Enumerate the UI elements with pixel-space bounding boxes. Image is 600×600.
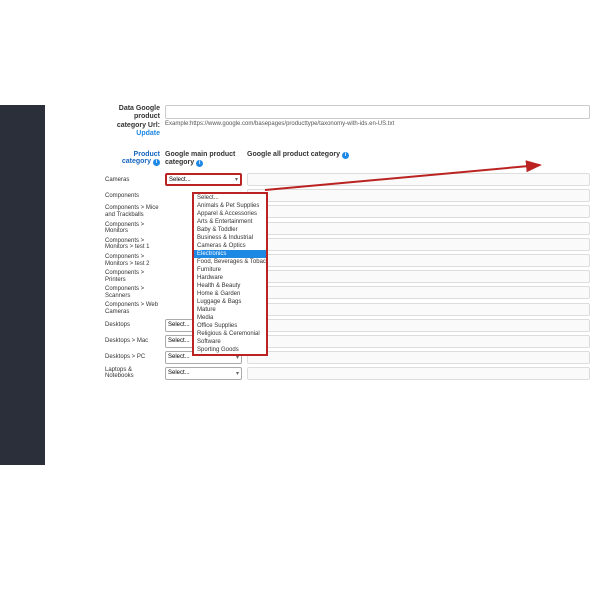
category-row: Components: [105, 189, 590, 202]
category-label: Components > Scanners: [105, 286, 165, 299]
dropdown-option[interactable]: Sporting Goods: [194, 346, 266, 354]
dropdown-option[interactable]: Health & Beauty: [194, 282, 266, 290]
all-category-input[interactable]: [247, 286, 590, 299]
info-icon[interactable]: i: [196, 160, 203, 167]
all-category-input[interactable]: [247, 270, 590, 283]
all-category-cell: [247, 351, 590, 364]
dropdown-option[interactable]: Arts & Entertainment: [194, 218, 266, 226]
dropdown-option[interactable]: Furniture: [194, 266, 266, 274]
url-hint: Example:https://www.google.com/basepages…: [165, 121, 590, 127]
category-label: Components > Monitors > test 2: [105, 254, 165, 267]
header-google-main: Google main product category i: [165, 151, 247, 168]
header-google-all: Google all product category i: [247, 151, 590, 168]
header-product-category: Product category i: [105, 151, 165, 168]
all-category-input[interactable]: [247, 238, 590, 251]
dropdown-option[interactable]: Software: [194, 338, 266, 346]
dropdown-option[interactable]: Food, Beverages & Tobacco: [194, 258, 266, 266]
column-headers: Product category i Google main product c…: [105, 151, 590, 168]
category-row: Desktops > MacSelect...: [105, 335, 590, 348]
dropdown-option[interactable]: Baby & Toddler: [194, 226, 266, 234]
category-label: Components > Web Cameras: [105, 302, 165, 315]
all-category-cell: [247, 238, 590, 251]
dropdown-option[interactable]: Apparel & Accessories: [194, 210, 266, 218]
info-icon[interactable]: i: [153, 159, 160, 166]
category-row: Components > Web Cameras: [105, 302, 590, 315]
dropdown-option[interactable]: Cameras & Optics: [194, 242, 266, 250]
dropdown-option[interactable]: Home & Garden: [194, 290, 266, 298]
url-input[interactable]: [165, 105, 590, 119]
category-label: Components > Monitors > test 1: [105, 238, 165, 251]
all-category-cell: [247, 222, 590, 235]
category-label: Components > Monitors: [105, 222, 165, 235]
all-category-cell: [247, 205, 590, 218]
dropdown-option[interactable]: Mature: [194, 306, 266, 314]
category-label: Cameras: [105, 177, 165, 184]
all-category-input[interactable]: [247, 222, 590, 235]
category-row: Components > Monitors > test 1: [105, 238, 590, 251]
category-row: CamerasSelect...: [105, 173, 590, 186]
category-row: Components > Printers: [105, 270, 590, 283]
dropdown-list[interactable]: Select...Animals & Pet SuppliesApparel &…: [194, 194, 266, 354]
category-row: Components > Monitors: [105, 222, 590, 235]
all-category-cell: [247, 173, 590, 186]
main-category-cell: Select...: [165, 173, 247, 186]
category-label: Components > Printers: [105, 270, 165, 283]
all-category-input[interactable]: [247, 319, 590, 332]
category-label: Desktops > Mac: [105, 338, 165, 345]
category-dropdown[interactable]: Select...Animals & Pet SuppliesApparel &…: [192, 192, 268, 356]
all-category-cell: [247, 270, 590, 283]
category-row: Desktops > PCSelect...: [105, 351, 590, 364]
category-label: Components: [105, 193, 165, 200]
dropdown-option[interactable]: Business & Industrial: [194, 234, 266, 242]
main-category-select[interactable]: Select...: [165, 173, 242, 186]
category-label: Laptops & Notebooks: [105, 367, 165, 380]
rows-container: CamerasSelect...ComponentsComponents > M…: [105, 173, 590, 380]
url-label-line2: category Url:: [117, 122, 160, 129]
dropdown-option[interactable]: Media: [194, 314, 266, 322]
info-icon[interactable]: i: [342, 152, 349, 159]
all-category-input[interactable]: [247, 205, 590, 218]
all-category-cell: [247, 254, 590, 267]
dropdown-option[interactable]: Religious & Ceremonial: [194, 330, 266, 338]
all-category-cell: [247, 367, 590, 380]
category-row: Components > Monitors > test 2: [105, 254, 590, 267]
all-category-input[interactable]: [247, 335, 590, 348]
dropdown-option[interactable]: Select...: [194, 194, 266, 202]
all-category-cell: [247, 286, 590, 299]
category-label: Desktops > PC: [105, 354, 165, 361]
all-category-input[interactable]: [247, 173, 590, 186]
update-link[interactable]: Update: [105, 130, 160, 138]
all-category-input[interactable]: [247, 254, 590, 267]
admin-sidebar: [0, 105, 45, 465]
all-category-cell: [247, 319, 590, 332]
all-category-input[interactable]: [247, 367, 590, 380]
all-category-input[interactable]: [247, 351, 590, 364]
category-row: DesktopsSelect...: [105, 319, 590, 332]
content-area: Data Google product category Url: Update…: [45, 105, 600, 600]
dropdown-option[interactable]: Hardware: [194, 274, 266, 282]
all-category-input[interactable]: [247, 189, 590, 202]
all-category-cell: [247, 303, 590, 316]
all-category-cell: [247, 189, 590, 202]
main-category-cell: Select...: [165, 367, 247, 380]
url-row: Data Google product category Url: Update…: [105, 105, 590, 139]
url-label-line1: Data Google product: [119, 105, 160, 120]
category-row: Components > Mice and Trackballs: [105, 205, 590, 218]
category-label: Desktops: [105, 322, 165, 329]
dropdown-option[interactable]: Electronics: [194, 250, 266, 258]
dropdown-option[interactable]: Office Supplies: [194, 322, 266, 330]
category-label: Components > Mice and Trackballs: [105, 205, 165, 218]
url-label: Data Google product category Url: Update: [105, 105, 165, 139]
dropdown-option[interactable]: Animals & Pet Supplies: [194, 202, 266, 210]
category-row: Laptops & NotebooksSelect...: [105, 367, 590, 380]
dropdown-option[interactable]: Luggage & Bags: [194, 298, 266, 306]
all-category-cell: [247, 335, 590, 348]
main-category-select[interactable]: Select...: [165, 367, 242, 380]
category-row: Components > Scanners: [105, 286, 590, 299]
url-field-wrap: Example:https://www.google.com/basepages…: [165, 105, 590, 127]
all-category-input[interactable]: [247, 303, 590, 316]
